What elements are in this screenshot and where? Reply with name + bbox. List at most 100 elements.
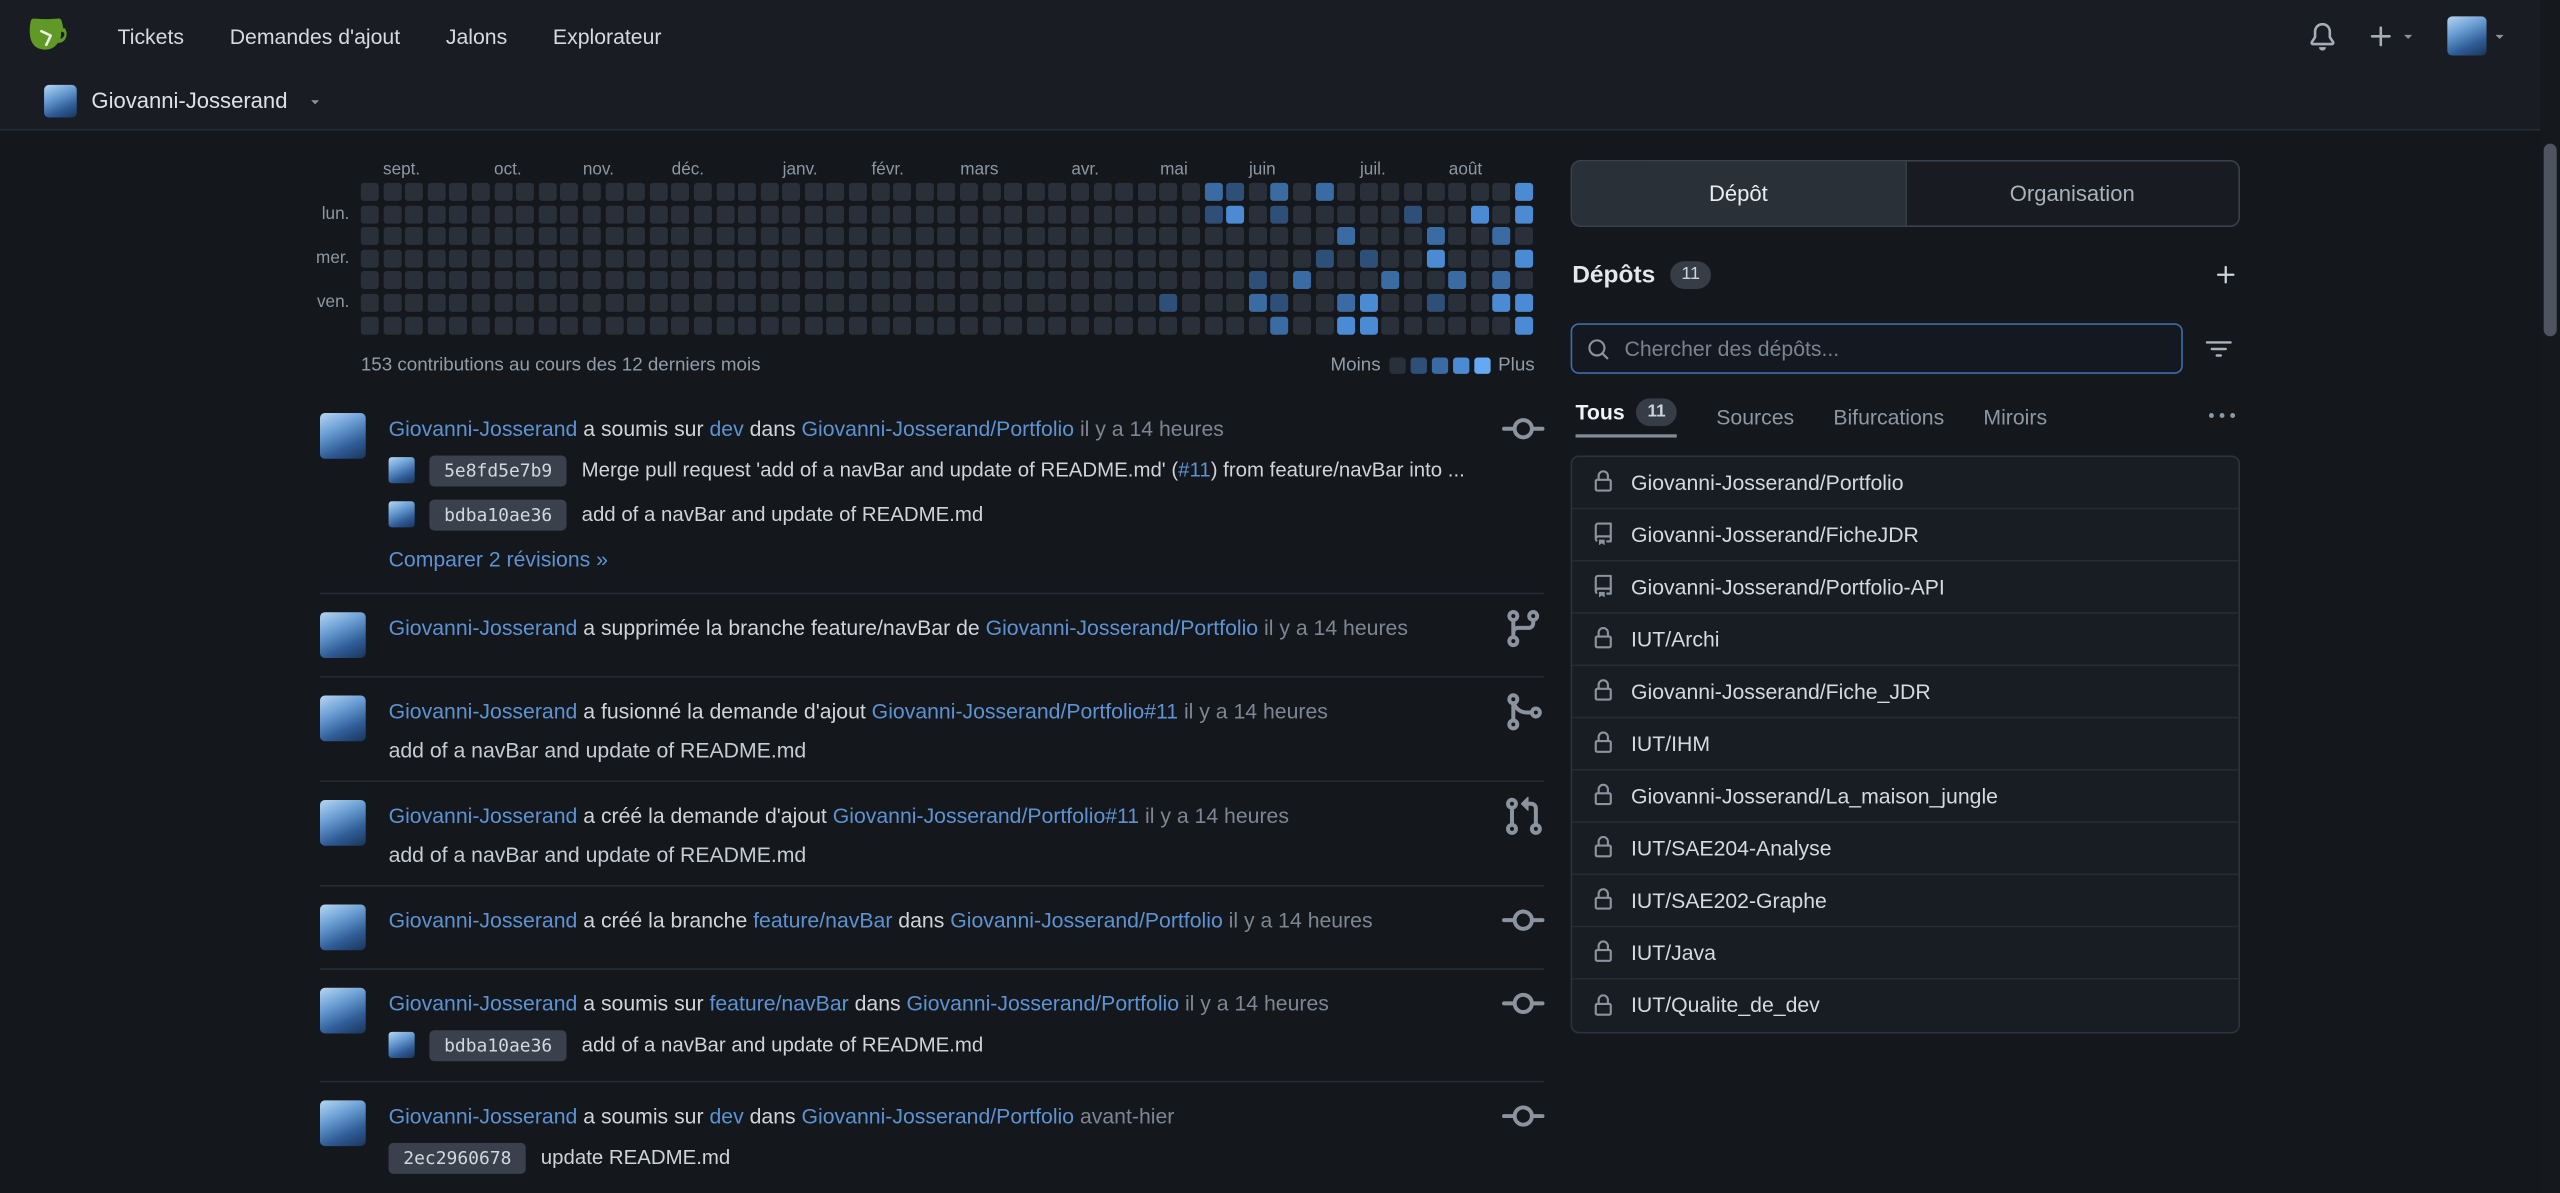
create-new-button[interactable] [2367, 22, 2416, 50]
navbar-item-demandes-d-ajout[interactable]: Demandes d'ajout [207, 0, 423, 72]
heatmap-cell [627, 183, 645, 201]
repo-list-item[interactable]: Giovanni-Josserand/Portfolio [1572, 457, 2238, 509]
tab-organisation[interactable]: Organisation [1904, 162, 2238, 226]
heatmap-week [938, 183, 956, 334]
heatmap-cell [1315, 249, 1333, 267]
heatmap-cell [1382, 316, 1400, 334]
repo-list-item[interactable]: Giovanni-Josserand/La_maison_jungle [1572, 770, 2238, 822]
user-menu[interactable] [2447, 16, 2507, 55]
activity-link[interactable]: Giovanni-Josserand/Portfolio [802, 416, 1075, 440]
tab-depot[interactable]: Dépôt [1572, 162, 1904, 226]
activity-link[interactable]: Giovanni-Josserand [389, 1103, 578, 1127]
activity-link[interactable]: Giovanni-Josserand/Portfolio#11 [833, 803, 1139, 827]
repo-search-input[interactable] [1621, 335, 2166, 363]
activity-link[interactable]: Giovanni-Josserand [389, 416, 578, 440]
activity-link[interactable]: Giovanni-Josserand/Portfolio#11 [872, 698, 1178, 722]
repo-list-item[interactable]: IUT/Archi [1572, 614, 2238, 666]
heatmap-cell [516, 272, 534, 290]
activity-link[interactable]: #11 [1178, 459, 1211, 482]
repo-list-item[interactable]: Giovanni-Josserand/Fiche_JDR [1572, 666, 2238, 718]
activity-link[interactable]: Giovanni-Josserand/Portfolio [950, 907, 1223, 931]
activity-text: add of a navBar and update of README.md [582, 1034, 984, 1057]
activity-link[interactable]: Giovanni-Josserand [389, 990, 578, 1014]
filter-icon[interactable] [2198, 336, 2240, 362]
activity-text: a créé la branche [577, 907, 753, 931]
heatmap-week [427, 183, 445, 334]
navbar-item-jalons[interactable]: Jalons [423, 0, 530, 72]
repo-list-item[interactable]: IUT/Java [1572, 927, 2238, 979]
activity-text: il y a 14 heures [1074, 416, 1224, 440]
activity-link[interactable]: dev [709, 1103, 743, 1127]
heatmap-cell [1360, 272, 1378, 290]
activity-text: add of a navBar and update of README.md [582, 503, 984, 526]
filter-tab-count: 11 [1636, 399, 1677, 426]
heatmap-cell [672, 205, 690, 223]
activity-link[interactable]: Giovanni-Josserand [389, 803, 578, 827]
repo-list-item[interactable]: Giovanni-Josserand/FicheJDR [1572, 509, 2238, 561]
heatmap-cell [361, 249, 379, 267]
repos-sidebar: Dépôt Organisation Dépôts 11 [1571, 160, 2240, 1193]
repo-filter-tab-tous[interactable]: Tous11 [1576, 399, 1678, 438]
repo-name: IUT/SAE204-Analyse [1631, 836, 1832, 860]
activity-link[interactable]: feature/navBar [753, 907, 892, 931]
compare-revisions-link[interactable]: Comparer 2 révisions » [389, 546, 608, 570]
repo-filter-tab-bifurcations[interactable]: Bifurcations [1833, 405, 1944, 438]
heatmap-cell [893, 316, 911, 334]
activity-link[interactable]: dev [709, 416, 743, 440]
heatmap-cell [1382, 272, 1400, 290]
repo-list-item[interactable]: Giovanni-Josserand/Portfolio-API [1572, 561, 2238, 613]
activity-description: add of a navBar and update of README.md [389, 737, 1470, 761]
repo-list-item[interactable]: IUT/Qualite_de_dev [1572, 979, 2238, 1031]
kebab-menu-icon[interactable] [2209, 403, 2235, 437]
heatmap-cell [1471, 316, 1489, 334]
repo-list-item[interactable]: IUT/SAE204-Analyse [1572, 822, 2238, 874]
notifications-bell-icon[interactable] [2309, 22, 2337, 50]
heatmap-cell [538, 294, 556, 312]
heatmap-month-label: mars [960, 160, 998, 180]
activity-link[interactable]: feature/navBar [709, 990, 848, 1014]
heatmap-cell [982, 294, 1000, 312]
navbar-item-explorateur[interactable]: Explorateur [530, 0, 684, 72]
commit-sha-badge[interactable]: bdba10ae36 [429, 499, 567, 530]
activity-link[interactable]: Giovanni-Josserand/Portfolio [907, 990, 1180, 1014]
heatmap-cell [672, 316, 690, 334]
commit-sha-badge[interactable]: 2ec2960678 [389, 1142, 527, 1173]
heatmap-cell [472, 205, 490, 223]
actor-avatar[interactable] [320, 412, 366, 458]
new-repo-button[interactable] [2214, 263, 2238, 287]
repo-filter-tab-miroirs[interactable]: Miroirs [1983, 405, 2047, 438]
heatmap-cell [1515, 249, 1533, 267]
activity-link[interactable]: Giovanni-Josserand/Portfolio [802, 1103, 1075, 1127]
actor-avatar[interactable] [320, 799, 366, 845]
heatmap-cell [960, 249, 978, 267]
heatmap-cell [361, 227, 379, 245]
heatmap-cell [960, 316, 978, 334]
activity-link[interactable]: Giovanni-Josserand [389, 615, 578, 639]
commit-sha-badge[interactable]: 5e8fd5e7b9 [429, 455, 567, 486]
repo-list-item[interactable]: IUT/SAE202-Graphe [1572, 875, 2238, 927]
user-context-switcher[interactable]: Giovanni-Josserand [44, 84, 323, 117]
actor-avatar[interactable] [320, 987, 366, 1033]
heatmap-cell [450, 205, 468, 223]
heatmap-cell [805, 316, 823, 334]
repo-filter-tab-sources[interactable]: Sources [1716, 405, 1794, 438]
heatmap-cell [694, 227, 712, 245]
heatmap-cell [1515, 294, 1533, 312]
scrollbar-thumb[interactable] [2544, 144, 2557, 337]
heatmap-cell [361, 316, 379, 334]
activity-link[interactable]: Giovanni-Josserand [389, 907, 578, 931]
gitea-logo[interactable] [23, 11, 72, 60]
actor-avatar[interactable] [320, 1100, 366, 1146]
heatmap-cell [1093, 294, 1111, 312]
heatmap-cell [782, 294, 800, 312]
repo-list-item[interactable]: IUT/IHM [1572, 718, 2238, 770]
actor-avatar[interactable] [320, 695, 366, 741]
heatmap-month-label: août [1449, 160, 1482, 180]
actor-avatar[interactable] [320, 612, 366, 658]
actor-avatar[interactable] [320, 904, 366, 950]
heatmap-cell [1404, 272, 1422, 290]
activity-link[interactable]: Giovanni-Josserand/Portfolio [986, 615, 1259, 639]
commit-sha-badge[interactable]: bdba10ae36 [429, 1029, 567, 1060]
activity-link[interactable]: Giovanni-Josserand [389, 698, 578, 722]
navbar-item-tickets[interactable]: Tickets [95, 0, 207, 72]
